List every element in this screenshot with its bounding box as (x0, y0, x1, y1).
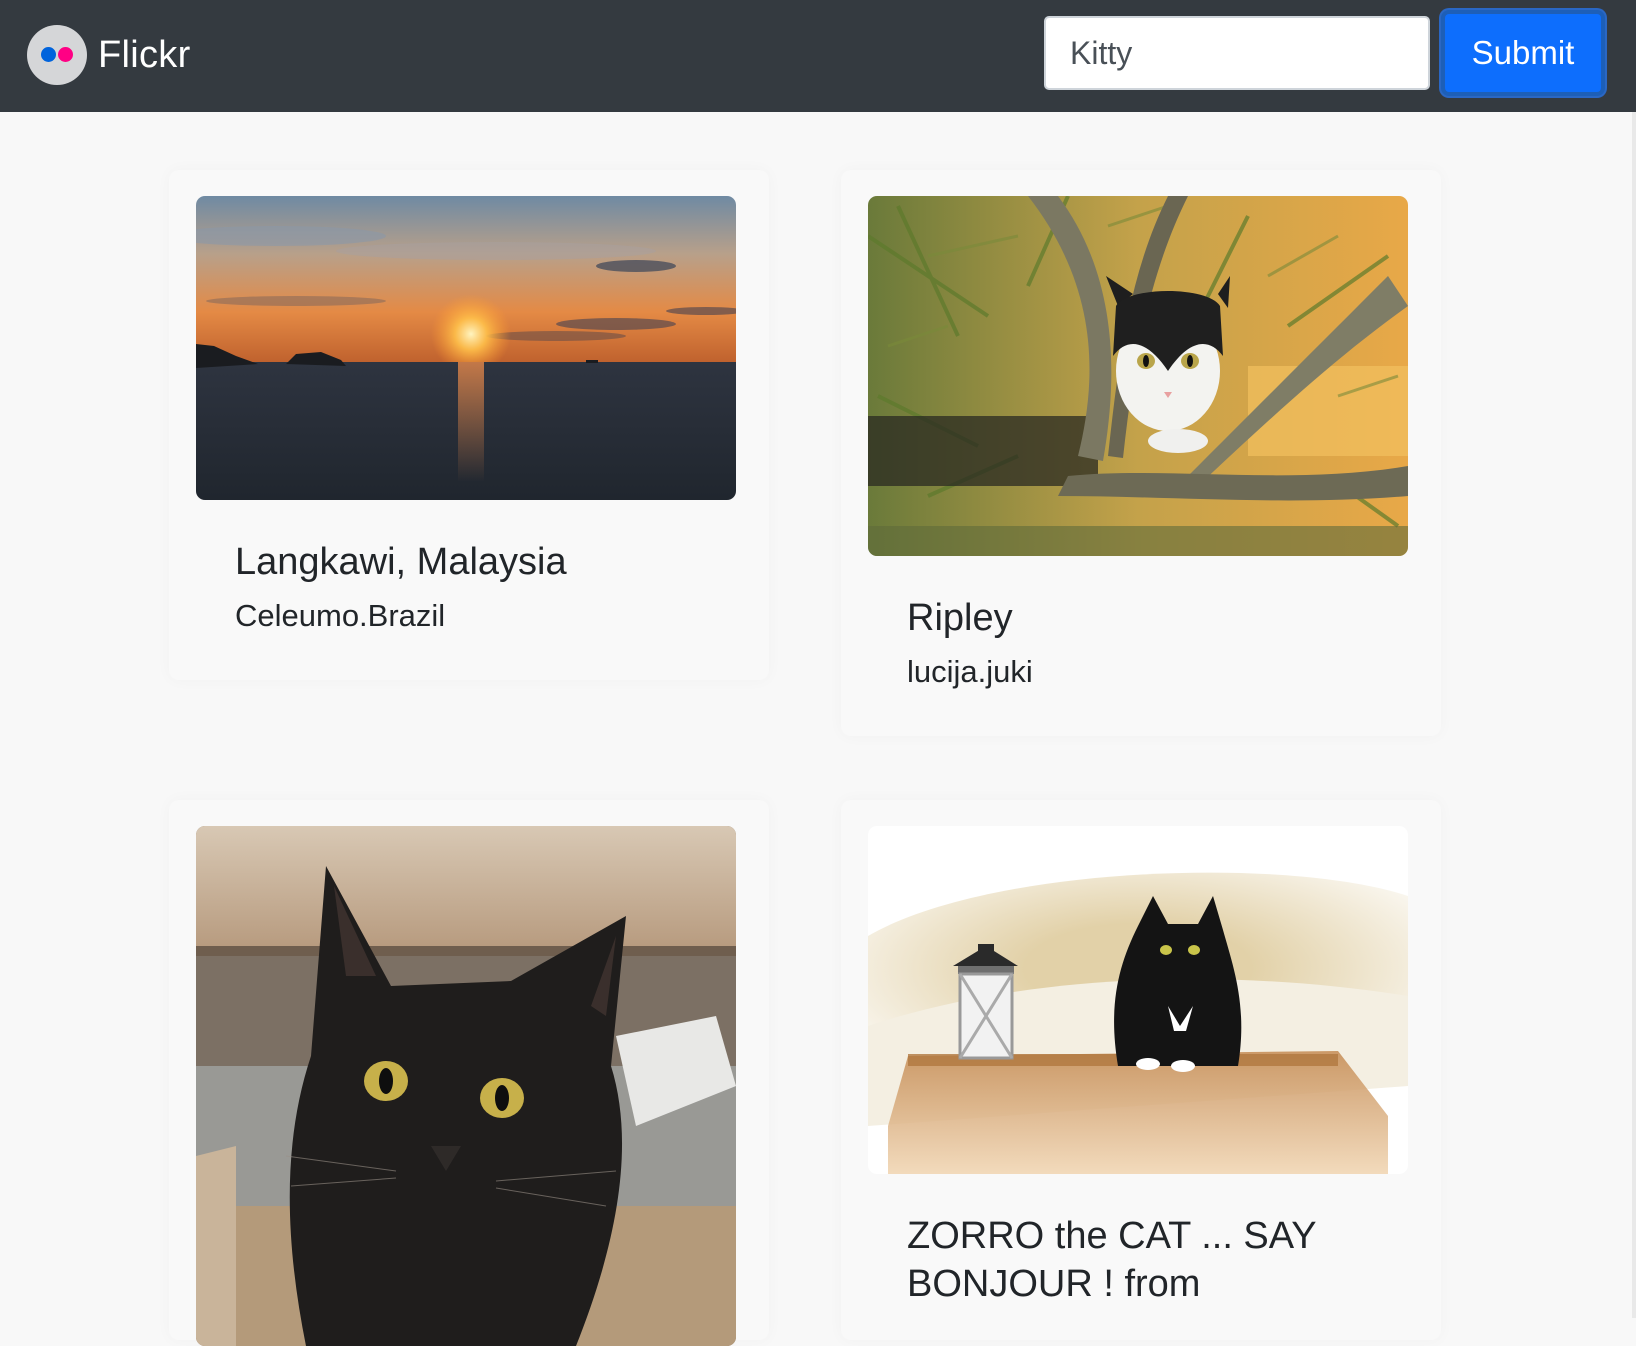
photo-title: ZORRO the CAT ... SAY BONJOUR ! from (907, 1215, 1316, 1305)
search-input[interactable] (1044, 16, 1430, 90)
flickr-logo-icon (27, 25, 87, 85)
scrollbar[interactable] (1632, 112, 1636, 1318)
photo-image[interactable] (868, 826, 1408, 1174)
photo-card: ZORRO the CAT ... SAY BONJOUR ! from (841, 800, 1441, 1340)
cat-in-tree-photo (868, 196, 1408, 556)
zorro-cat-photo (868, 826, 1408, 1174)
photo-card: Langkawi, Malaysia Celeumo.Brazil (169, 170, 769, 680)
photo-image[interactable] (196, 196, 736, 500)
top-navbar: Flickr Submit (0, 0, 1636, 112)
submit-button[interactable]: Submit (1441, 10, 1605, 96)
logo-blue-dot (41, 47, 56, 62)
photo-author: lucija.juki (907, 654, 1033, 689)
sunset-photo (196, 196, 736, 500)
photo-title: Ripley (907, 597, 1013, 639)
photo-image[interactable] (868, 196, 1408, 556)
brand-link[interactable]: Flickr (27, 25, 191, 85)
photo-card: Ripley lucija.juki (841, 170, 1441, 736)
photo-author: Celeumo.Brazil (235, 598, 446, 633)
logo-pink-dot (58, 47, 73, 62)
black-kitten-photo (196, 826, 736, 1346)
brand-name: Flickr (98, 33, 191, 76)
photo-title: Langkawi, Malaysia (235, 541, 567, 583)
photo-image[interactable] (196, 826, 736, 1346)
photo-card (169, 800, 769, 1346)
